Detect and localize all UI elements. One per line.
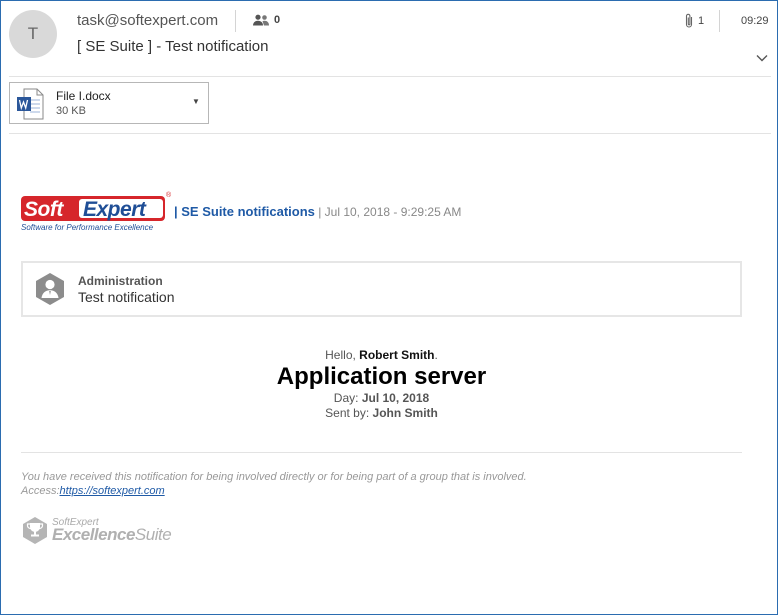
notification-title: | SE Suite notifications — [174, 204, 315, 219]
recipients-count: 0 — [274, 14, 281, 26]
word-document-icon — [17, 88, 44, 120]
excellence-word: Excellence — [52, 525, 135, 544]
header-separator — [9, 76, 771, 77]
header-divider-right — [719, 10, 720, 32]
notification-date: | Jul 10, 2018 - 9:29:25 AM — [314, 205, 462, 219]
attachment-card[interactable]: File I.docx 30 KB ▼ — [9, 82, 209, 124]
attachment-file-name: File I.docx — [56, 89, 111, 103]
sender-avatar[interactable]: T — [9, 10, 57, 58]
attachment-indicator[interactable]: 1 — [684, 13, 704, 29]
recipients-button[interactable]: 0 — [252, 14, 280, 26]
trophy-hexagon-icon — [23, 517, 47, 544]
logo-expert-text: Expert — [83, 198, 146, 221]
day-label: Day: — [333, 391, 362, 405]
expand-header-button[interactable] — [754, 50, 770, 66]
main-title: Application server — [276, 363, 487, 390]
logo-background: Soft Expert — [21, 196, 165, 221]
notification-header: | SE Suite notifications | Jul 10, 2018 … — [174, 204, 461, 219]
footer-disclaimer: You have received this notification for … — [21, 471, 527, 483]
greeting-label: Hello, — [325, 348, 360, 362]
header-divider — [235, 10, 236, 32]
card-title: Test notification — [78, 289, 175, 305]
sender-address[interactable]: task@softexpert.com — [77, 12, 218, 29]
notification-card: Administration Test notification — [21, 261, 742, 317]
sent-value: John Smith — [372, 406, 438, 420]
excellence-brand-big: ExcellenceSuite — [52, 525, 172, 545]
footer-separator — [21, 452, 742, 453]
greeting-suffix: . — [434, 348, 438, 362]
email-subject: [ SE Suite ] - Test notification — [77, 38, 269, 55]
chevron-down-icon — [756, 55, 768, 62]
greeting-line: Hello, Robert Smith. — [21, 348, 742, 362]
attachment-file-size: 30 KB — [56, 105, 86, 117]
logo-tagline: Software for Performance Excellence — [21, 223, 154, 232]
paperclip-icon — [685, 13, 693, 28]
received-time: 09:29 — [741, 15, 769, 27]
day-line: Day: Jul 10, 2018 — [21, 391, 742, 405]
avatar-initial: T — [27, 24, 39, 43]
logo-soft-text: Soft — [24, 198, 63, 221]
day-value: Jul 10, 2018 — [361, 391, 430, 405]
attachment-count: 1 — [698, 15, 705, 27]
email-reading-pane: T task@softexpert.com 0 [ SE Suite ] - T… — [0, 0, 778, 615]
softexpert-logo: Soft Expert ® Software for Performance E… — [21, 192, 171, 234]
suite-word: Suite — [134, 525, 172, 544]
card-category: Administration — [78, 274, 163, 288]
recipient-name: Robert Smith — [359, 348, 435, 362]
footer-access: Access:https://softexpert.com — [21, 485, 165, 497]
attachment-separator — [9, 133, 771, 134]
access-label: Access: — [21, 485, 60, 497]
sent-label: Sent by: — [325, 406, 373, 420]
attachment-dropdown-icon[interactable]: ▼ — [192, 97, 200, 106]
excellence-suite-logo: SoftExpert ExcellenceSuite — [21, 516, 181, 548]
logo-registered-mark: ® — [166, 192, 172, 199]
access-link[interactable]: https://softexpert.com — [60, 485, 165, 497]
people-icon — [253, 14, 269, 26]
user-hexagon-icon — [36, 273, 64, 305]
sent-by-line: Sent by: John Smith — [21, 406, 742, 420]
